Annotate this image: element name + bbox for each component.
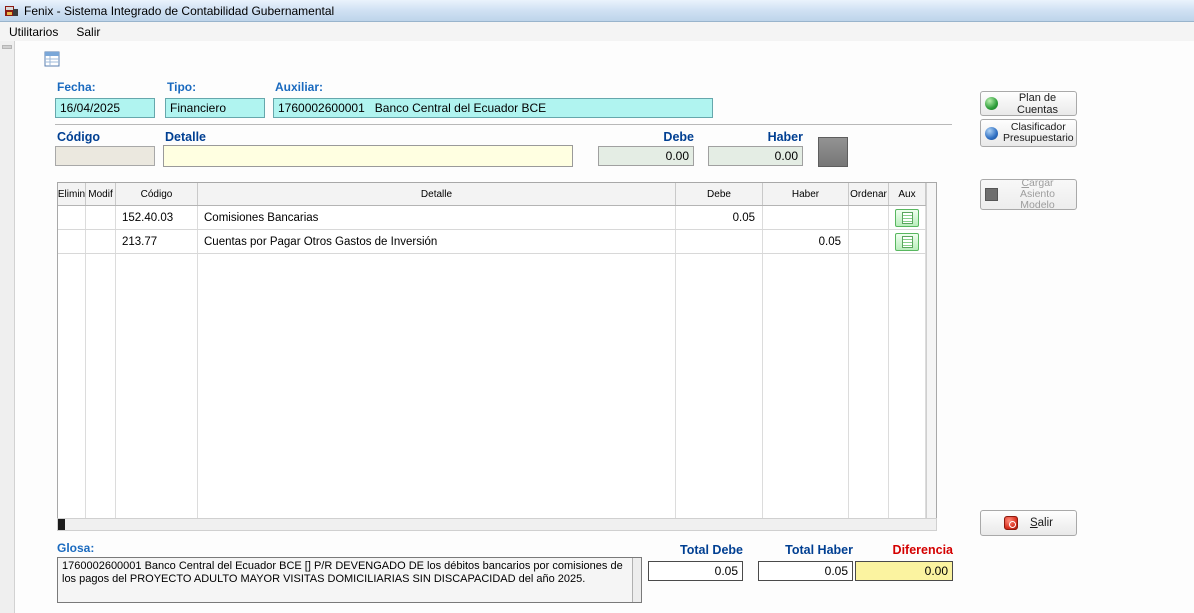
diferencia-value bbox=[855, 561, 953, 581]
grid-horizontal-scrollbar[interactable] bbox=[57, 518, 937, 531]
grid-sheet-icon bbox=[902, 236, 913, 248]
menu-salir[interactable]: Salir bbox=[67, 23, 109, 41]
blue-sphere-icon bbox=[985, 127, 998, 140]
app-icon bbox=[4, 4, 19, 18]
cell-codigo: 213.77 bbox=[116, 230, 198, 253]
cell-ordenar bbox=[849, 206, 889, 229]
add-entry-button[interactable] bbox=[818, 137, 848, 167]
form-client-area: Fecha: Tipo: Auxiliar: Código Detalle De… bbox=[0, 41, 1194, 613]
debe-entry-input[interactable] bbox=[598, 146, 694, 166]
cell-aux bbox=[889, 206, 926, 229]
header-separator bbox=[55, 124, 952, 125]
column-header-debe[interactable]: Debe bbox=[676, 183, 763, 205]
cell-debe bbox=[676, 254, 763, 518]
cell-modif bbox=[86, 206, 116, 229]
table-row[interactable]: 213.77Cuentas por Pagar Otros Gastos de … bbox=[58, 230, 926, 254]
glosa-scrollbar[interactable] bbox=[632, 558, 641, 602]
cell-debe: 0.05 bbox=[676, 206, 763, 229]
cell-debe bbox=[676, 230, 763, 253]
menu-utilitarios[interactable]: Utilitarios bbox=[0, 23, 67, 41]
grid-sheet-icon bbox=[902, 212, 913, 224]
cell-elim bbox=[58, 230, 86, 253]
detalle-entry-label: Detalle bbox=[165, 130, 206, 144]
cell-ordenar bbox=[849, 254, 889, 518]
auxiliar-label: Auxiliar: bbox=[275, 80, 323, 94]
clasificador-presupuestario-button[interactable]: Clasificador Presupuestario bbox=[980, 119, 1077, 147]
grid-body: 152.40.03Comisiones Bancarias0.05213.77C… bbox=[58, 206, 926, 518]
glosa-label: Glosa: bbox=[57, 541, 94, 555]
cell-modif bbox=[86, 230, 116, 253]
detalle-entry-input[interactable] bbox=[163, 145, 573, 167]
app-window: Fenix - Sistema Integrado de Contabilida… bbox=[0, 0, 1194, 613]
total-haber-label: Total Haber bbox=[758, 543, 853, 557]
salir-button[interactable]: Salir bbox=[980, 510, 1077, 536]
cell-haber bbox=[763, 206, 849, 229]
cell-detalle: Comisiones Bancarias bbox=[198, 206, 676, 229]
grid-vertical-scrollbar[interactable] bbox=[926, 183, 936, 518]
haber-entry-input[interactable] bbox=[708, 146, 803, 166]
total-haber-value bbox=[758, 561, 853, 581]
window-title: Fenix - Sistema Integrado de Contabilida… bbox=[24, 4, 334, 18]
column-header-aux[interactable]: Aux bbox=[889, 183, 926, 205]
aux-button[interactable] bbox=[895, 233, 919, 251]
column-header-modif[interactable]: Modif bbox=[86, 183, 116, 205]
fecha-label: Fecha: bbox=[57, 80, 96, 94]
cell-codigo bbox=[116, 254, 198, 518]
cell-elim bbox=[58, 254, 86, 518]
cargar-asiento-modelo-button[interactable]: Cargar Asiento Modelo bbox=[980, 179, 1077, 210]
left-panel-splitter[interactable] bbox=[0, 41, 15, 613]
diferencia-label: Diferencia bbox=[855, 543, 953, 557]
cell-detalle: Cuentas por Pagar Otros Gastos de Invers… bbox=[198, 230, 676, 253]
column-header-ordenar[interactable]: Ordenar bbox=[849, 183, 889, 205]
cell-aux bbox=[889, 230, 926, 253]
auxiliar-input[interactable] bbox=[273, 98, 713, 118]
column-header-codigo[interactable]: Código bbox=[116, 183, 198, 205]
green-sphere-icon bbox=[985, 97, 998, 110]
disabled-square-icon bbox=[985, 188, 998, 201]
codigo-entry-label: Código bbox=[57, 130, 100, 144]
glosa-text: 1760002600001 Banco Central del Ecuador … bbox=[58, 558, 632, 602]
salir-label: Salir bbox=[1030, 517, 1053, 529]
plan-de-cuentas-label: Plan de Cuentas bbox=[1003, 92, 1072, 116]
table-row[interactable]: 152.40.03Comisiones Bancarias0.05 bbox=[58, 206, 926, 230]
haber-entry-label: Haber bbox=[708, 130, 803, 144]
tipo-label: Tipo: bbox=[167, 80, 196, 94]
total-debe-label: Total Debe bbox=[648, 543, 743, 557]
clasificador-label: Clasificador Presupuestario bbox=[1003, 122, 1074, 144]
aux-button[interactable] bbox=[895, 209, 919, 227]
save-entry-icon[interactable] bbox=[44, 51, 62, 68]
cell-codigo: 152.40.03 bbox=[116, 206, 198, 229]
cell-haber bbox=[763, 254, 849, 518]
cell-detalle bbox=[198, 254, 676, 518]
hscroll-thumb[interactable] bbox=[58, 519, 65, 530]
cell-haber: 0.05 bbox=[763, 230, 849, 253]
entries-grid: Elimin Modif Código Detalle Debe Haber O… bbox=[57, 182, 937, 519]
cell-aux bbox=[889, 254, 926, 518]
column-header-detalle[interactable]: Detalle bbox=[198, 183, 676, 205]
cell-ordenar bbox=[849, 230, 889, 253]
total-debe-value bbox=[648, 561, 743, 581]
power-icon bbox=[1004, 516, 1018, 530]
cell-elim bbox=[58, 206, 86, 229]
codigo-entry-input[interactable] bbox=[55, 146, 155, 166]
titlebar: Fenix - Sistema Integrado de Contabilida… bbox=[0, 0, 1194, 22]
plan-de-cuentas-button[interactable]: Plan de Cuentas bbox=[980, 91, 1077, 116]
cargar-asiento-label: Cargar Asiento Modelo bbox=[1003, 178, 1072, 211]
glosa-textarea[interactable]: 1760002600001 Banco Central del Ecuador … bbox=[57, 557, 642, 603]
empty-grid-area bbox=[58, 254, 926, 518]
cell-modif bbox=[86, 254, 116, 518]
tipo-input[interactable] bbox=[165, 98, 265, 118]
splitter-handle[interactable] bbox=[2, 45, 12, 49]
menubar: Utilitarios Salir bbox=[0, 22, 1194, 41]
column-header-haber[interactable]: Haber bbox=[763, 183, 849, 205]
column-header-elimin[interactable]: Elimin bbox=[58, 183, 86, 205]
grid-header-row: Elimin Modif Código Detalle Debe Haber O… bbox=[58, 183, 926, 206]
fecha-input[interactable] bbox=[55, 98, 155, 118]
debe-entry-label: Debe bbox=[598, 130, 694, 144]
